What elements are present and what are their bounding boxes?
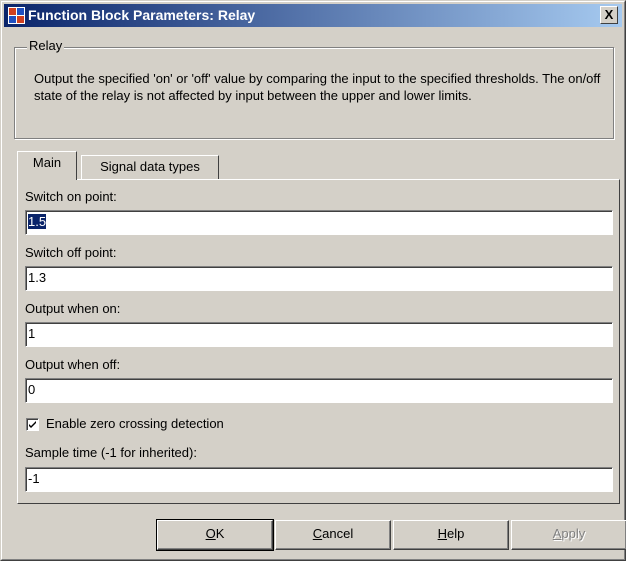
switch-off-value: 1.3	[28, 270, 47, 285]
cancel-label-rest: ancel	[322, 526, 354, 541]
checkmark-icon	[29, 421, 36, 428]
cancel-mnemonic: C	[312, 526, 323, 541]
block-description: Output the specified 'on' or 'off' value…	[34, 71, 601, 103]
tab-main[interactable]: Main	[17, 151, 77, 180]
output-off-label: Output when off:	[25, 357, 121, 372]
close-button[interactable]: X	[600, 6, 618, 24]
output-on-input[interactable]: 1	[25, 322, 613, 347]
ok-button[interactable]: OK	[156, 519, 274, 551]
apply-button[interactable]: Apply	[511, 520, 626, 550]
switch-off-input[interactable]: 1.3	[25, 266, 613, 291]
close-icon: X	[604, 7, 614, 22]
output-off-input[interactable]: 0	[25, 378, 613, 403]
switch-off-label: Switch off point:	[25, 245, 117, 260]
help-mnemonic: H	[437, 526, 448, 541]
zero-crossing-checkbox[interactable]	[26, 418, 39, 431]
sample-time-label: Sample time (-1 for inherited):	[25, 445, 197, 460]
groupbox-legend: Relay	[27, 38, 65, 53]
tab-signal-data-types[interactable]: Signal data types	[81, 155, 219, 180]
help-button[interactable]: Help	[393, 520, 509, 550]
output-on-label: Output when on:	[25, 301, 121, 316]
switch-on-label: Switch on point:	[25, 189, 117, 204]
tab-main-label: Main	[32, 155, 62, 170]
tab-signal-data-types-label: Signal data types	[100, 159, 200, 174]
help-label-rest: elp	[447, 526, 465, 541]
ok-label-rest: K	[215, 526, 225, 541]
switch-on-input[interactable]: 1.5	[25, 210, 613, 235]
sample-time-value: -1	[28, 471, 40, 486]
simulink-block-icon	[8, 7, 25, 24]
output-off-value: 0	[28, 382, 36, 397]
title-bar[interactable]: Function Block Parameters: Relay X	[4, 4, 622, 27]
ok-mnemonic: O	[205, 526, 216, 541]
window-title: Function Block Parameters: Relay	[28, 7, 256, 23]
apply-label-rest: pply	[561, 526, 586, 541]
output-on-value: 1	[28, 326, 36, 341]
dialog-window: Function Block Parameters: Relay X Relay…	[0, 0, 626, 561]
switch-on-value: 1.5	[28, 214, 47, 229]
cancel-button[interactable]: Cancel	[275, 520, 391, 550]
sample-time-input[interactable]: -1	[25, 467, 613, 492]
zero-crossing-label[interactable]: Enable zero crossing detection	[46, 416, 224, 431]
tab-panel-main: Switch on point: 1.5 Switch off point: 1…	[17, 179, 620, 504]
